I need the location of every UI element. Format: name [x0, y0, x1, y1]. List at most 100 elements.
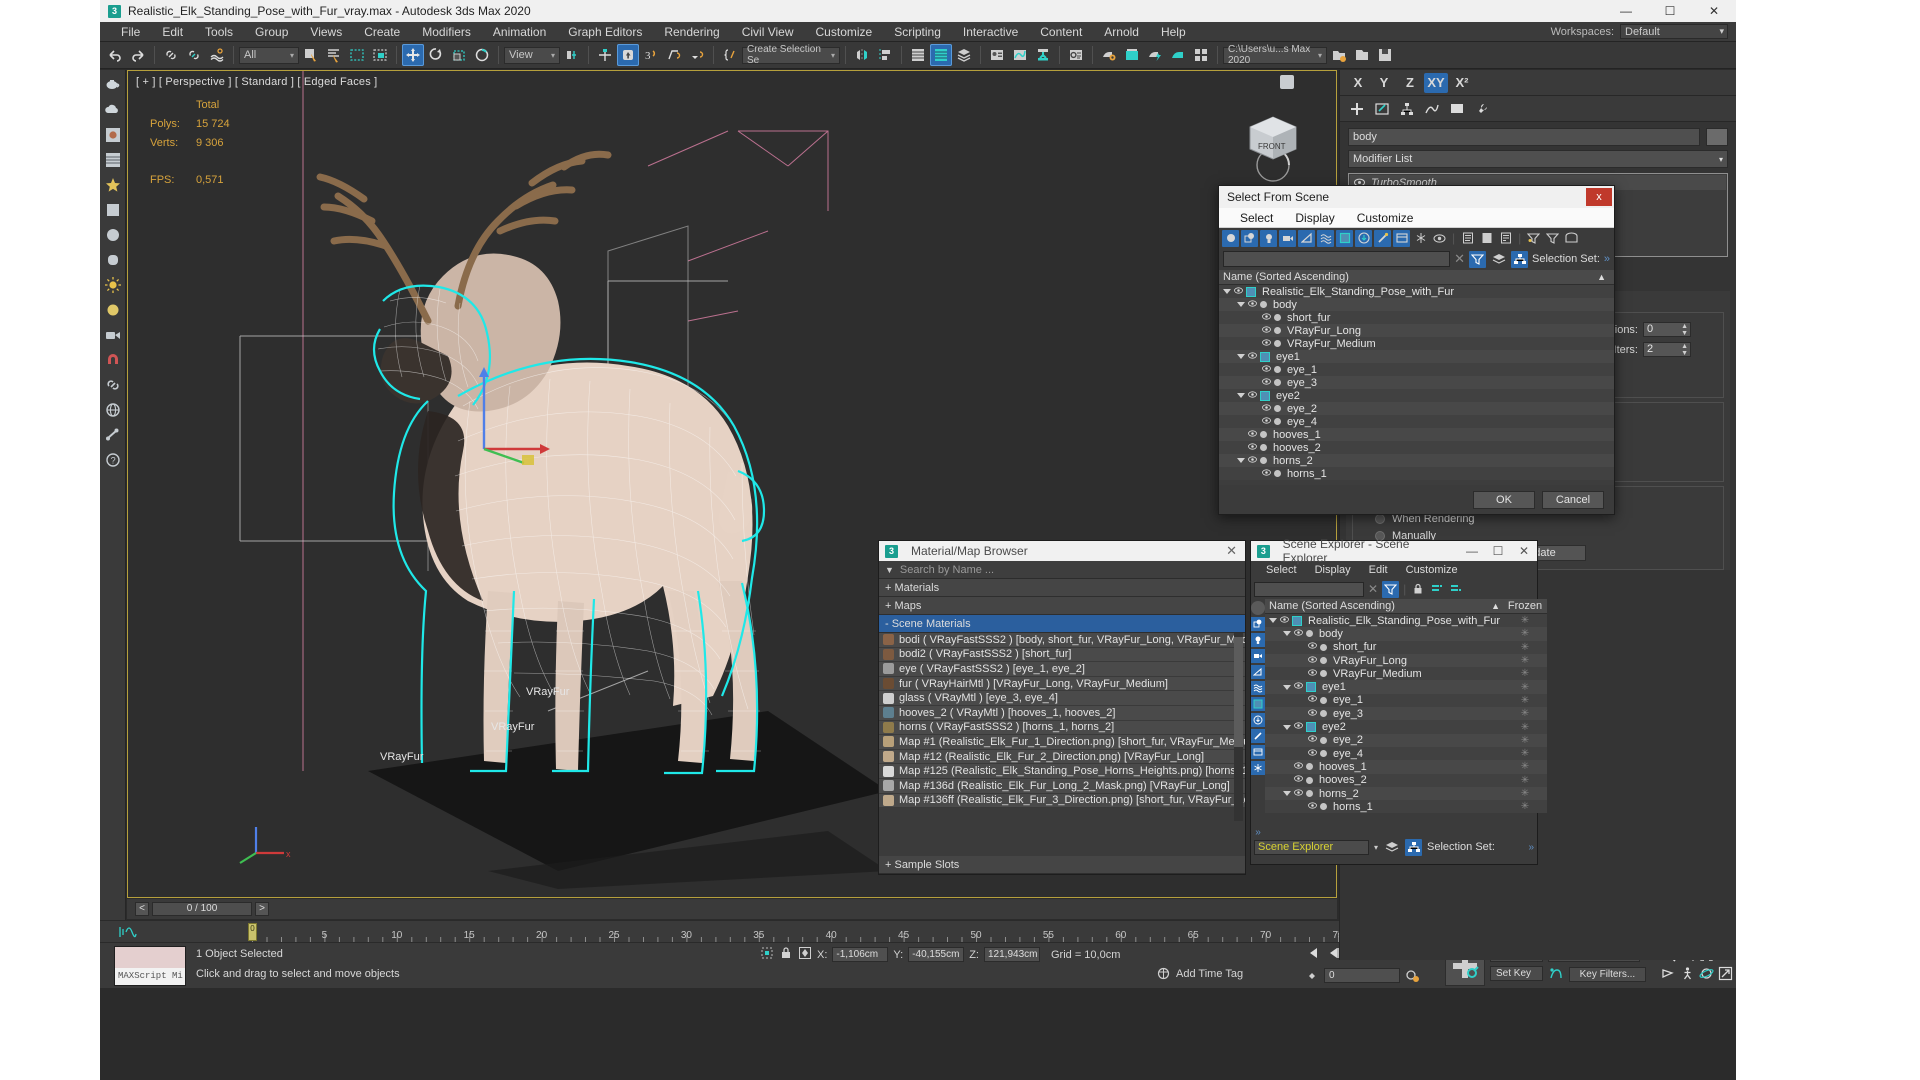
object-marker-icon[interactable] [1306, 790, 1313, 797]
tree-expand-arrow[interactable] [1237, 302, 1245, 307]
layer-explorer-icon[interactable] [930, 44, 952, 66]
tree-row[interactable]: VRayFur_Long [1219, 324, 1614, 337]
search-options-icon[interactable] [1469, 250, 1486, 268]
select-by-name-icon[interactable] [323, 44, 345, 66]
object-marker-icon[interactable] [1320, 670, 1327, 678]
tree-row[interactable]: eye_2 ✳ [1265, 733, 1547, 747]
y-coord-field[interactable]: -40,155cm [908, 947, 965, 962]
visibility-eye-icon[interactable] [1294, 774, 1303, 786]
tree-expand-arrow[interactable] [1283, 631, 1291, 637]
frozen-cell[interactable]: ✳ [1503, 801, 1547, 812]
frozen-cell[interactable]: ✳ [1503, 708, 1547, 719]
se-menu-customize[interactable]: Customize [1397, 564, 1467, 576]
sun-light-icon[interactable] [102, 274, 124, 296]
reference-coordinate-dropdown[interactable]: View ▾ [504, 46, 560, 64]
cancel-button[interactable]: Cancel [1542, 491, 1604, 509]
se-minimize-button[interactable]: — [1459, 544, 1485, 558]
object-marker-icon[interactable] [1260, 457, 1267, 464]
utilities-tab-icon[interactable] [1471, 98, 1493, 120]
se-menu-edit[interactable]: Edit [1360, 564, 1397, 576]
expand-panel-icon[interactable]: » [1604, 253, 1610, 265]
list-panel-icon[interactable] [102, 149, 124, 171]
tree-row[interactable]: eye_3 ✳ [1265, 707, 1547, 721]
snaps-toggle-icon[interactable] [617, 44, 639, 66]
visibility-eye-icon[interactable] [1294, 761, 1303, 773]
se-search-input[interactable] [1254, 581, 1364, 597]
named-selection-set-dropdown[interactable]: Create Selection Se ▾ [742, 44, 840, 66]
tree-expand-arrow[interactable] [1237, 393, 1245, 398]
material-list-item[interactable]: bodi ( VRayFastSSS2 ) [body, short_fur, … [879, 633, 1245, 648]
menu-item-modifiers[interactable]: Modifiers [411, 22, 482, 42]
maxscript-output-pane[interactable] [115, 947, 185, 968]
frozen-cell[interactable]: ✳ [1503, 761, 1547, 772]
maximize-button[interactable]: ☐ [1648, 0, 1692, 22]
tree-row[interactable]: eye_4 [1219, 415, 1614, 428]
object-marker-icon[interactable] [1320, 750, 1327, 758]
add-time-tag-group[interactable]: Add Time Tag [1157, 967, 1243, 980]
object-name-field[interactable]: body [1348, 128, 1700, 146]
menu-item-animation[interactable]: Animation [482, 22, 557, 42]
mmb-close-button[interactable]: ✕ [1226, 543, 1237, 559]
material-list-item[interactable]: Map #136d (Realistic_Elk_Fur_Long_2_Mask… [879, 778, 1245, 794]
menu-item-content[interactable]: Content [1029, 22, 1093, 42]
tree-row[interactable]: short_fur [1219, 311, 1614, 324]
modifier-list-dropdown[interactable]: Modifier List ▾ [1348, 150, 1728, 168]
project-folder-dropdown[interactable]: C:\Users\u...s Max 2020 ▾ [1223, 44, 1327, 66]
object-marker-icon[interactable] [1274, 379, 1281, 386]
object-marker-icon[interactable] [1306, 776, 1313, 784]
display-tab-icon[interactable] [1446, 98, 1468, 120]
mmb-sample-slots-group[interactable]: + Sample Slots [879, 856, 1245, 874]
filter-helpers-icon[interactable] [1298, 229, 1315, 247]
material-list-item[interactable]: Map #125 (Realistic_Elk_Standing_Pose_Ho… [879, 764, 1245, 779]
list-layout-icon[interactable] [1497, 230, 1514, 247]
tree-row[interactable]: eye_3 [1219, 376, 1614, 389]
x-coord-field[interactable]: -1,106cm [832, 947, 889, 962]
mmb-scrollbar[interactable] [1234, 633, 1243, 821]
star-icon[interactable] [102, 174, 124, 196]
set-key-button[interactable]: Set Key [1490, 966, 1543, 981]
se-tree-list[interactable]: Realistic_Elk_Standing_Pose_with_Fur ✳ bod… [1265, 614, 1547, 814]
tree-expand-arrow[interactable] [1223, 289, 1231, 294]
prev-frame-button[interactable]: < [135, 902, 149, 916]
se-expand-footer-icon[interactable]: » [1528, 842, 1534, 853]
tree-row[interactable]: hooves_1 [1219, 428, 1614, 441]
se-sort-arrow-icon[interactable]: ▲ [1491, 601, 1500, 611]
visibility-eye-icon[interactable] [1248, 390, 1257, 402]
se-collapse-all-icon[interactable] [1448, 582, 1463, 597]
visibility-eye-icon[interactable] [1262, 325, 1271, 337]
material-list-item[interactable]: eye ( VRayFastSSS2 ) [eye_1, eye_2] [879, 662, 1245, 677]
frozen-cell[interactable]: ✳ [1503, 668, 1547, 679]
menu-item-scripting[interactable]: Scripting [883, 22, 952, 42]
iterations-spinner[interactable]: 0 ▲ ▼ [1643, 322, 1691, 337]
tree-row[interactable]: horns_1 ✳ [1265, 800, 1547, 814]
absolute-relative-toggle-icon[interactable] [798, 946, 812, 963]
object-marker-icon[interactable] [1320, 696, 1327, 704]
menu-item-tools[interactable]: Tools [194, 22, 244, 42]
material-list-item[interactable]: glass ( VRayMtl ) [eye_3, eye_4] [879, 691, 1245, 706]
se-filter-geometry-icon[interactable] [1251, 601, 1265, 615]
visibility-eye-icon[interactable] [1308, 708, 1317, 720]
hierarchy-tab-icon[interactable] [1396, 98, 1418, 120]
se-frozen-column-header[interactable]: Frozen [1503, 600, 1547, 612]
mmb-item-list[interactable]: bodi ( VRayFastSSS2 ) [body, short_fur, … [879, 633, 1245, 821]
mmb-group-materials[interactable]: + Materials [879, 579, 1245, 597]
menu-item-arnold[interactable]: Arnold [1093, 22, 1150, 42]
selection-filter-dropdown[interactable]: All ▾ [239, 46, 299, 64]
axis-y-button[interactable]: Y [1372, 73, 1396, 93]
se-filter-groups-icon[interactable] [1251, 697, 1265, 711]
menu-item-rendering[interactable]: Rendering [653, 22, 730, 42]
frozen-cell[interactable]: ✳ [1503, 748, 1547, 759]
maxscript-label[interactable]: MAXScript Mi [115, 968, 185, 985]
camera-icon[interactable] [102, 324, 124, 346]
scene-tree-list[interactable]: Realistic_Elk_Standing_Pose_with_Fur body… [1219, 285, 1614, 485]
curve-editor-icon[interactable] [1009, 44, 1031, 66]
render-iterative-icon[interactable] [1144, 44, 1166, 66]
scene-explorer-window[interactable]: 3 Scene Explorer - Scene Explorer — ☐ ✕ … [1250, 537, 1547, 865]
orbit-icon[interactable] [1698, 965, 1714, 981]
axis-xy-button[interactable]: XY [1424, 72, 1448, 93]
select-object-icon[interactable] [300, 44, 322, 66]
next-frame-button[interactable]: > [255, 902, 269, 916]
filter-hidden-icon[interactable] [1431, 230, 1448, 247]
se-maximize-button[interactable]: ☐ [1485, 544, 1511, 558]
se-column-header[interactable]: Name (Sorted Ascending) ▲ Frozen [1265, 599, 1547, 614]
